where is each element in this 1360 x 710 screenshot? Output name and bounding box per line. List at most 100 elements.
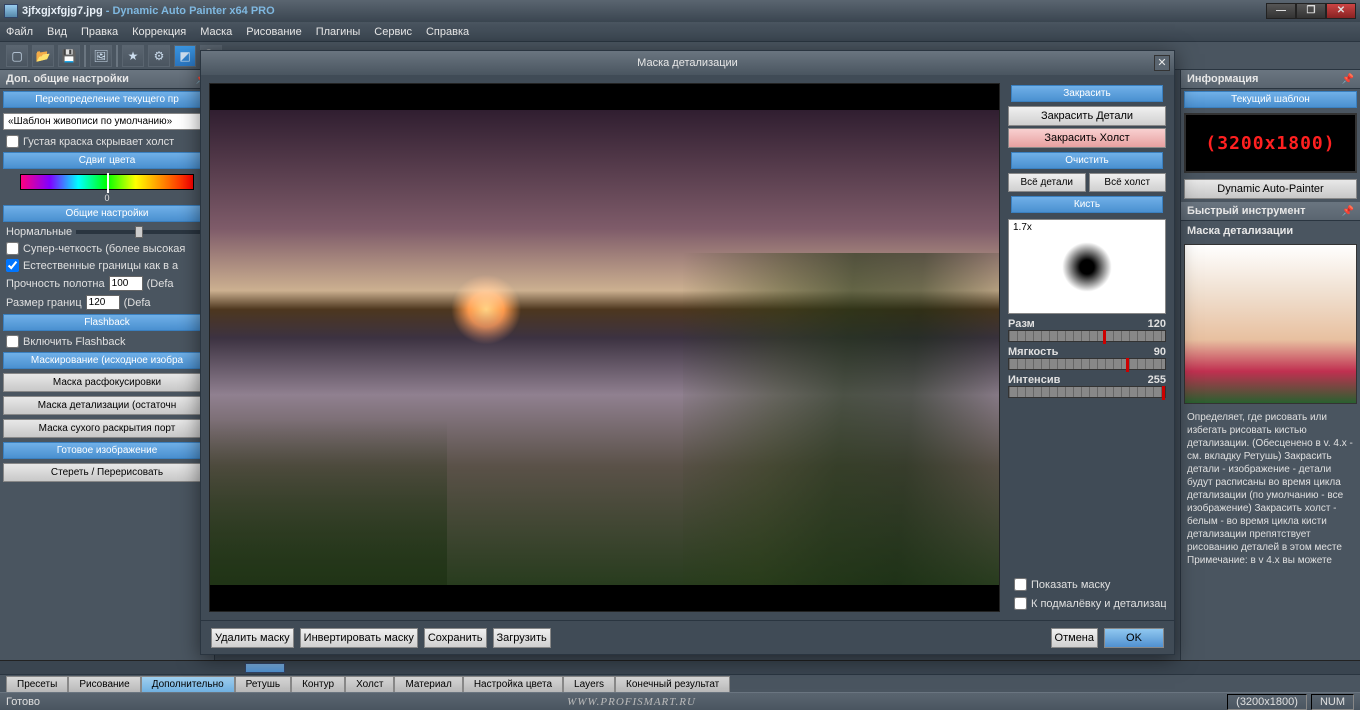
menu-service[interactable]: Сервис [374, 26, 412, 38]
scroll-thumb[interactable] [245, 663, 285, 673]
super-clear-check[interactable]: Супер-четкость (более высокая [0, 240, 214, 257]
status-dim: (3200x1800) [1227, 694, 1307, 710]
size-value: 120 [1148, 318, 1166, 330]
brush-size-label: 1.7x [1013, 222, 1032, 233]
border-label: Размер границ [6, 297, 82, 309]
override-header: Переопределение текущего пр [3, 91, 211, 108]
delete-mask-button[interactable]: Удалить маску [211, 628, 294, 648]
photo-preview [210, 110, 999, 584]
paint-canvas-button[interactable]: Закрасить Холст [1008, 128, 1166, 148]
intens-slider[interactable] [1008, 386, 1166, 398]
menu-paint[interactable]: Рисование [246, 26, 301, 38]
dialog-sidebar: Закрасить Закрасить Детали Закрасить Хол… [1008, 83, 1166, 612]
normal-label: Нормальные [6, 226, 72, 238]
soft-slider[interactable] [1008, 358, 1166, 370]
dialog-close-button[interactable]: ✕ [1154, 55, 1170, 71]
strength-label: Прочность полотна [6, 278, 105, 290]
panel-title: Доп. общие настройки📌 [0, 70, 214, 89]
left-panel: Доп. общие настройки📌 Переопределение те… [0, 70, 215, 660]
info-text: Определяет, где рисовать или избегать ри… [1181, 407, 1360, 660]
clear-header: Очистить [1011, 152, 1163, 169]
cancel-button[interactable]: Отмена [1051, 628, 1098, 648]
settings-icon[interactable]: ⚙ [148, 45, 170, 67]
tab-canvas[interactable]: Холст [345, 676, 394, 692]
title-bar: 3jfxgjxfgjg7.jpg - Dynamic Auto Painter … [0, 0, 1360, 22]
open-icon[interactable]: 📂 [32, 45, 54, 67]
h-scrollbar[interactable] [0, 660, 1360, 674]
menu-file[interactable]: Файл [6, 26, 33, 38]
info-header: Информация📌 [1181, 70, 1360, 89]
border-input[interactable] [86, 295, 120, 310]
tab-final[interactable]: Конечный результат [615, 676, 730, 692]
mask-detail-button[interactable]: Маска детализации (остаточн [3, 396, 211, 415]
soft-value: 90 [1154, 346, 1166, 358]
tab-contour[interactable]: Контур [291, 676, 345, 692]
mask-icon[interactable]: ◩ [174, 45, 196, 67]
strength-input[interactable] [109, 276, 143, 291]
menu-help[interactable]: Справка [426, 26, 469, 38]
mask-dry-button[interactable]: Маска сухого раскрытия порт [3, 419, 211, 438]
erase-button[interactable]: Стереть / Перерисовать [3, 463, 211, 482]
final-header: Готовое изображение [3, 442, 211, 459]
minimize-button[interactable]: — [1266, 3, 1296, 19]
menu-plugins[interactable]: Плагины [316, 26, 361, 38]
app-name: Dynamic Auto Painter x64 PRO [112, 5, 274, 17]
star-icon[interactable]: ★ [122, 45, 144, 67]
size-slider[interactable] [1008, 330, 1166, 342]
thick-paint-check[interactable]: Густая краска скрывает холст [0, 133, 214, 150]
paint-detail-button[interactable]: Закрасить Детали [1008, 106, 1166, 126]
tool-title: Маска детализации [1181, 221, 1360, 241]
menu-view[interactable]: Вид [47, 26, 67, 38]
app-icon [4, 4, 18, 18]
tab-presets[interactable]: Пресеты [6, 676, 68, 692]
save-icon[interactable]: 💾 [58, 45, 80, 67]
pin-icon[interactable]: 📌 [1342, 74, 1354, 85]
dialog-title[interactable]: Маска детализации ✕ [201, 51, 1174, 75]
template-dropdown[interactable]: «Шаблон живописи по умолчанию» [3, 113, 211, 130]
pin-icon[interactable]: 📌 [1342, 206, 1354, 217]
close-button[interactable]: ✕ [1326, 3, 1356, 19]
brush-preview: 1.7x [1008, 219, 1166, 314]
brush-header: Кисть [1011, 196, 1163, 213]
template-dimensions: (3200x1800) [1184, 113, 1357, 173]
file-name: 3jfxgjxfgjg7.jpg [22, 5, 103, 17]
invert-mask-button[interactable]: Инвертировать маску [300, 628, 418, 648]
status-bar: Готово WWW.PROFISMART.RU (3200x1800) NUM [0, 692, 1360, 710]
all-detail-button[interactable]: Всё детали [1008, 173, 1086, 192]
flashback-header: Flashback [3, 314, 211, 331]
ok-button[interactable]: OK [1104, 628, 1164, 648]
status-ready: Готово [6, 696, 40, 708]
to-underpaint-check[interactable]: К подмалёвку и детализации [1008, 595, 1166, 612]
canvas-area[interactable] [209, 83, 1000, 612]
tab-material[interactable]: Материал [394, 676, 462, 692]
preview-image [1184, 244, 1357, 404]
menu-edit[interactable]: Правка [81, 26, 118, 38]
flashback-check[interactable]: Включить Flashback [0, 333, 214, 350]
app-button[interactable]: Dynamic Auto-Painter [1184, 179, 1357, 199]
detail-mask-dialog: Маска детализации ✕ Закрасить Закрасить … [200, 50, 1175, 655]
mask-defocus-button[interactable]: Маска расфокусировки [3, 373, 211, 392]
natural-check[interactable]: Естественные границы как в а [0, 257, 214, 274]
new-icon[interactable]: ▢ [6, 45, 28, 67]
menu-bar: Файл Вид Правка Коррекция Маска Рисовани… [0, 22, 1360, 42]
tab-retouch[interactable]: Ретушь [235, 676, 291, 692]
save-button[interactable]: Сохранить [424, 628, 487, 648]
template-header: Текущий шаблон [1184, 91, 1357, 108]
image-icon[interactable]: 🖼 [90, 45, 112, 67]
tab-layers[interactable]: Layers [563, 676, 615, 692]
color-value: 0 [0, 193, 214, 203]
menu-mask[interactable]: Маска [200, 26, 232, 38]
tab-paint[interactable]: Рисование [68, 676, 140, 692]
color-slider[interactable] [20, 174, 194, 190]
all-canvas-button[interactable]: Всё холст [1089, 173, 1167, 192]
normal-slider[interactable] [76, 230, 208, 234]
colorshift-header: Сдвиг цвета [3, 152, 211, 169]
menu-correction[interactable]: Коррекция [132, 26, 186, 38]
tab-color[interactable]: Настройка цвета [463, 676, 563, 692]
general-header: Общие настройки [3, 205, 211, 222]
show-mask-check[interactable]: Показать маску [1008, 576, 1166, 593]
maximize-button[interactable]: ❐ [1296, 3, 1326, 19]
tab-extra[interactable]: Дополнительно [141, 676, 235, 692]
paint-header: Закрасить [1011, 85, 1163, 102]
load-button[interactable]: Загрузить [493, 628, 551, 648]
